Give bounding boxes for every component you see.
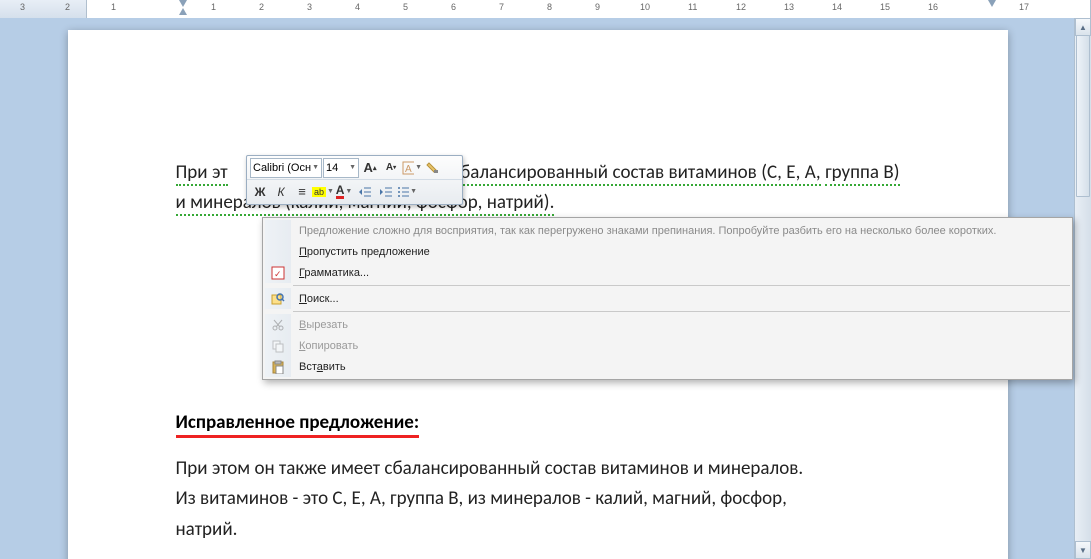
styles-icon: A xyxy=(402,161,414,175)
chevron-down-icon: ▼ xyxy=(349,164,356,171)
menu-grammar[interactable]: ✓ Грамматика... xyxy=(265,262,1070,283)
mini-toolbar[interactable]: Calibri (Осн▼ 14▼ A▴ A▾ A▼ Ж К ≡ ab▼ A▼ … xyxy=(246,155,463,205)
word-window: 3 2 1 1 2 3 4 5 6 7 8 9 10 11 12 13 14 1… xyxy=(0,0,1091,559)
bullets-icon xyxy=(397,185,409,199)
increase-indent-button[interactable] xyxy=(376,182,396,202)
format-painter-button[interactable] xyxy=(423,158,443,178)
scroll-up-button[interactable]: ▲ xyxy=(1075,18,1091,36)
font-size-select[interactable]: 14▼ xyxy=(323,158,359,178)
menu-skip-sentence[interactable]: Пропустить предложение xyxy=(265,241,1070,262)
context-menu: Предложение сложно для восприятия, так к… xyxy=(262,217,1073,380)
first-line-indent-marker[interactable] xyxy=(179,0,187,7)
paintbrush-icon xyxy=(426,161,440,175)
font-color-button[interactable]: A▼ xyxy=(334,182,354,202)
menu-explanation: Предложение сложно для восприятия, так к… xyxy=(265,220,1070,241)
italic-button[interactable]: К xyxy=(271,182,291,202)
text-grammar-underline: При эт xyxy=(176,161,228,186)
grow-font-button[interactable]: A▴ xyxy=(360,158,380,178)
menu-separator xyxy=(293,311,1070,312)
bullets-button[interactable]: ▼ xyxy=(397,182,417,202)
scroll-thumb[interactable] xyxy=(1076,35,1090,197)
grammar-icon: ✓ xyxy=(265,262,291,283)
paste-icon xyxy=(265,356,291,377)
copy-icon xyxy=(265,335,291,356)
horizontal-ruler[interactable]: 3 2 1 1 2 3 4 5 6 7 8 9 10 11 12 13 14 1… xyxy=(0,0,1091,19)
svg-text:✓: ✓ xyxy=(274,269,282,279)
font-family-select[interactable]: Calibri (Осн▼ xyxy=(250,158,322,178)
hanging-indent-marker[interactable] xyxy=(179,8,187,15)
bold-button[interactable]: Ж xyxy=(250,182,270,202)
right-indent-marker[interactable] xyxy=(988,0,996,7)
menu-search[interactable]: Поиск... xyxy=(265,288,1070,309)
outdent-icon xyxy=(358,185,372,199)
vertical-scrollbar[interactable]: ▲ ▼ xyxy=(1074,18,1091,559)
menu-paste[interactable]: Вставить xyxy=(265,356,1070,377)
menu-cut: Вырезать xyxy=(265,314,1070,335)
shrink-font-button[interactable]: A▾ xyxy=(381,158,401,178)
paragraph-fixed[interactable]: При этом он также имеет сбалансированный… xyxy=(176,454,900,545)
styles-button[interactable]: A▼ xyxy=(402,158,422,178)
align-center-button[interactable]: ≡ xyxy=(292,182,312,202)
heading-corrected: Исправленное предложение: xyxy=(176,411,900,454)
svg-text:A: A xyxy=(405,164,412,175)
scroll-down-button[interactable]: ▼ xyxy=(1075,541,1091,559)
search-icon xyxy=(265,288,291,309)
indent-icon xyxy=(379,185,393,199)
menu-copy: Копировать xyxy=(265,335,1070,356)
highlight-button[interactable]: ab▼ xyxy=(313,182,333,202)
menu-separator xyxy=(293,285,1070,286)
text-grammar-underline: сбалансированный состав витаминов (С, Е,… xyxy=(448,161,821,186)
decrease-indent-button[interactable] xyxy=(355,182,375,202)
chevron-down-icon: ▼ xyxy=(312,164,319,171)
scissors-icon xyxy=(265,314,291,335)
